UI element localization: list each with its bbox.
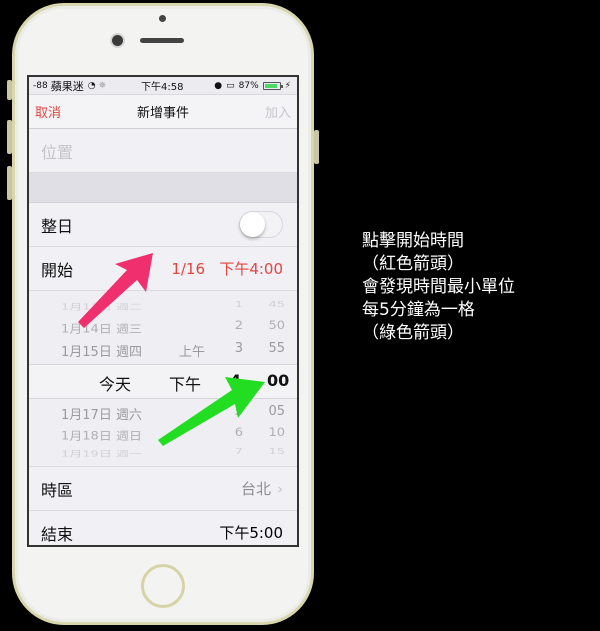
signal-strength: -88	[33, 80, 48, 91]
start-row[interactable]: 開始 1/16 下午4:00	[29, 247, 297, 291]
page-title: 新增事件	[136, 106, 189, 121]
carrier-name: 蘋果迷	[50, 79, 84, 93]
end-row[interactable]: 結束 下午5:00	[29, 511, 297, 545]
home-button[interactable]	[141, 564, 185, 608]
navigation-bar: 取消 新增事件 加入	[29, 95, 297, 129]
airplay-icon: ▭	[226, 80, 235, 91]
earpiece-speaker	[140, 38, 184, 43]
battery-icon	[262, 81, 283, 90]
start-date: 1/16	[171, 260, 205, 278]
location-placeholder: 位置	[41, 142, 74, 162]
date-time-picker[interactable]: 1月13日 週二 1 45 1月14日 週三 2 50 1月15日 週四 上午 …	[29, 291, 297, 467]
timezone-value: 台北	[240, 480, 271, 498]
activity-icon: ✵	[98, 80, 107, 91]
picker-row[interactable]: 1月19日 週一 7 15	[29, 447, 297, 460]
end-label: 結束	[41, 524, 74, 544]
power-button	[314, 130, 319, 164]
start-label: 開始	[41, 260, 74, 280]
section-separator	[29, 173, 297, 203]
all-day-label: 整日	[41, 216, 74, 236]
start-time: 下午4:00	[219, 260, 283, 278]
cancel-button[interactable]: 取消	[35, 102, 61, 121]
all-day-toggle[interactable]	[239, 211, 283, 238]
picker-row[interactable]: 1月15日 週四 上午 3 55	[29, 341, 297, 363]
add-button[interactable]: 加入	[265, 102, 291, 121]
picker-row[interactable]: 1月17日 週六 5 05	[29, 404, 297, 426]
battery-fill	[264, 83, 277, 88]
alarm-icon: ●	[214, 80, 223, 91]
location-field[interactable]: 位置	[29, 129, 297, 173]
annotation-caption: 點擊開始時間 （紅色箭頭） 會發現時間最小單位 每5分鐘為一格 （綠色箭頭）	[362, 231, 515, 343]
picker-row[interactable]: 1月14日 週三 2 50	[29, 320, 297, 339]
all-day-row: 整日	[29, 203, 297, 247]
proximity-sensor	[159, 15, 166, 22]
picker-row[interactable]: 1月13日 週二 1 45	[29, 300, 297, 313]
status-time: 下午4:58	[141, 82, 184, 93]
status-bar: -88 蘋果迷 ◔ ✵ 下午4:58 ● ▭ 87% ⚡	[29, 77, 297, 95]
phone-screen: -88 蘋果迷 ◔ ✵ 下午4:58 ● ▭ 87% ⚡ 取消 新增事件 加入 …	[27, 75, 299, 547]
timezone-row[interactable]: 時區 台北 ›	[29, 467, 297, 511]
end-value: 下午5:00	[219, 524, 283, 542]
bolt-icon: ⚡	[284, 80, 291, 91]
battery-percent: 87%	[238, 80, 259, 91]
timezone-label: 時區	[41, 480, 74, 500]
picker-selected-row[interactable]: 今天 下午 4 00	[29, 371, 297, 394]
picker-row[interactable]: 1月18日 週日 6 10	[29, 427, 297, 446]
wifi-icon: ◔	[87, 80, 96, 91]
chevron-right-icon: ›	[277, 480, 283, 498]
toggle-knob	[240, 212, 265, 237]
front-camera	[112, 35, 123, 46]
